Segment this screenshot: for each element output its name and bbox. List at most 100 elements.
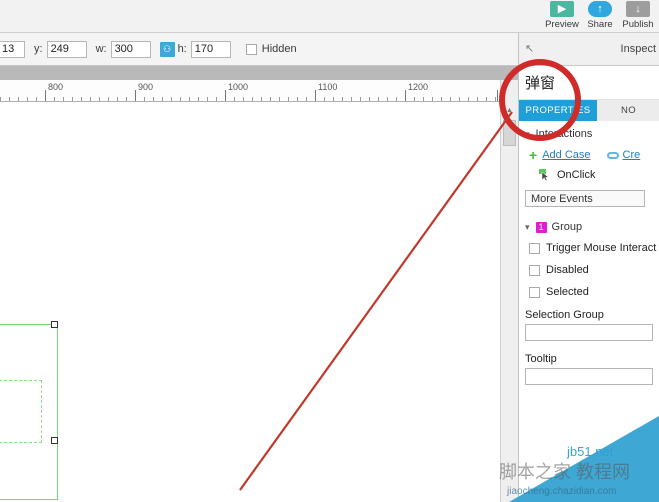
plus-icon[interactable]: +: [529, 147, 537, 163]
tab-properties[interactable]: PROPERTIES: [519, 100, 597, 121]
interactions-title: Interactions: [535, 128, 593, 140]
ruler-minor-tick: [486, 97, 487, 101]
ruler-minor-tick: [9, 97, 10, 101]
ruler-major-tick: [405, 90, 406, 101]
ruler-minor-tick: [459, 97, 460, 101]
selected-row[interactable]: Selected: [519, 281, 659, 303]
ruler-minor-tick: [90, 97, 91, 101]
preview-button[interactable]: ▶ Preview: [543, 0, 581, 30]
ruler-minor-tick: [387, 97, 388, 101]
disabled-checkbox[interactable]: [529, 264, 540, 276]
ruler-minor-tick: [477, 97, 478, 101]
h-field-group: ⚇ h:: [159, 40, 231, 58]
selected-checkbox[interactable]: [529, 286, 540, 298]
chevron-down-icon-group[interactable]: ▾: [525, 222, 530, 233]
ruler-minor-tick: [81, 97, 82, 101]
event-row-onclick[interactable]: OnClick: [519, 166, 659, 184]
publish-button[interactable]: ↓ Publish: [619, 0, 657, 30]
inspector-title: Inspect: [620, 43, 656, 55]
selection-group-label: Selection Group: [525, 309, 604, 321]
tooltip-input[interactable]: [525, 368, 653, 385]
ruler-minor-tick: [171, 97, 172, 101]
ruler-minor-tick: [162, 97, 163, 101]
ruler-minor-tick: [261, 97, 262, 101]
ruler-major-tick: [497, 90, 498, 101]
tooltip-label: Tooltip: [525, 353, 557, 365]
hidden-checkbox-group[interactable]: Hidden: [245, 43, 301, 55]
link-ratio-icon[interactable]: ⚇: [159, 41, 175, 57]
ruler-minor-tick: [351, 97, 352, 101]
share-button[interactable]: ↑ Share: [581, 0, 619, 30]
inspector-header: ↖ Inspect: [519, 33, 659, 66]
ruler-minor-tick: [360, 97, 361, 101]
selection-handle-middle-right[interactable]: [51, 437, 58, 444]
group-count-badge: 1: [535, 221, 547, 233]
ruler-minor-tick: [117, 97, 118, 101]
ruler-label: 900: [138, 82, 154, 92]
inspector-body: ▾ Interactions + Add Case Cre OnClick Mo…: [519, 121, 659, 502]
add-case-link[interactable]: Add Case: [542, 149, 590, 161]
inspector-panel: ↖ Inspect 弹窗 PROPERTIES NO ▾ Interaction…: [518, 33, 659, 502]
design-canvas[interactable]: 关闭: [0, 102, 500, 502]
ruler-minor-tick: [207, 97, 208, 101]
interactions-section-header[interactable]: ▾ Interactions: [519, 121, 659, 144]
selected-label: Selected: [546, 286, 589, 298]
ruler-minor-tick: [297, 97, 298, 101]
h-input[interactable]: [190, 40, 231, 58]
hidden-label: Hidden: [261, 43, 297, 55]
y-label: y:: [34, 43, 43, 55]
ruler-minor-tick: [216, 97, 217, 101]
ruler-minor-tick: [18, 97, 19, 101]
w-field-group: w:: [96, 40, 151, 58]
share-label: Share: [587, 19, 613, 30]
chevron-down-icon[interactable]: ▾: [525, 129, 530, 140]
ruler-minor-tick: [495, 97, 496, 101]
group-section-header[interactable]: ▾ 1 Group: [519, 207, 659, 237]
disabled-label: Disabled: [546, 264, 589, 276]
ruler-minor-tick: [153, 97, 154, 101]
ruler-minor-tick: [108, 97, 109, 101]
ruler-minor-tick: [0, 97, 1, 101]
ruler-minor-tick: [27, 97, 28, 101]
widget-name-field[interactable]: 弹窗: [519, 66, 659, 100]
ruler-major-tick: [135, 90, 136, 101]
scroll-up-arrow[interactable]: ▲: [501, 102, 518, 118]
inspector-tabs: PROPERTIES NO: [519, 100, 659, 121]
ruler-minor-tick: [198, 97, 199, 101]
ruler-minor-tick: [243, 97, 244, 101]
ruler-major-tick: [315, 90, 316, 101]
w-input[interactable]: [110, 40, 151, 58]
ruler-minor-tick: [72, 97, 73, 101]
widget-name-value: 弹窗: [525, 75, 556, 92]
ruler-minor-tick: [441, 97, 442, 101]
ruler-minor-tick: [342, 97, 343, 101]
y-field-group: y:: [34, 40, 87, 58]
dialog-inner-placeholder[interactable]: [0, 380, 42, 443]
y-input[interactable]: [46, 40, 87, 58]
x-input[interactable]: [0, 40, 25, 58]
collapse-arrow-icon[interactable]: ↖: [525, 42, 534, 55]
create-link-link[interactable]: Cre: [623, 149, 641, 161]
scroll-thumb[interactable]: [503, 120, 516, 146]
more-events-button[interactable]: More Events: [525, 190, 645, 207]
disabled-row[interactable]: Disabled: [519, 259, 659, 281]
selection-group-block: Selection Group: [519, 303, 659, 341]
trigger-mouse-interaction-row[interactable]: Trigger Mouse Interact: [519, 237, 659, 259]
ruler-minor-tick: [270, 97, 271, 101]
ruler-minor-tick: [36, 97, 37, 101]
trigger-mouse-interaction-checkbox[interactable]: [529, 242, 540, 254]
toolbar-action-group: ▶ Preview ↑ Share ↓ Publish: [543, 0, 657, 33]
ruler-minor-tick: [423, 97, 424, 101]
ruler-minor-tick: [396, 97, 397, 101]
ruler-label: 1100: [318, 82, 338, 92]
canvas-vertical-scrollbar[interactable]: ▲: [500, 80, 518, 502]
tab-notes[interactable]: NO: [597, 100, 659, 121]
page-tab-strip: [0, 66, 518, 80]
selection-group-input[interactable]: [525, 324, 653, 341]
ruler-minor-tick: [189, 97, 190, 101]
hidden-checkbox[interactable]: [245, 43, 257, 55]
selection-handle-top-right[interactable]: [51, 321, 58, 328]
ruler-minor-tick: [234, 97, 235, 101]
tooltip-block: Tooltip: [519, 341, 659, 385]
ruler-minor-tick: [369, 97, 370, 101]
